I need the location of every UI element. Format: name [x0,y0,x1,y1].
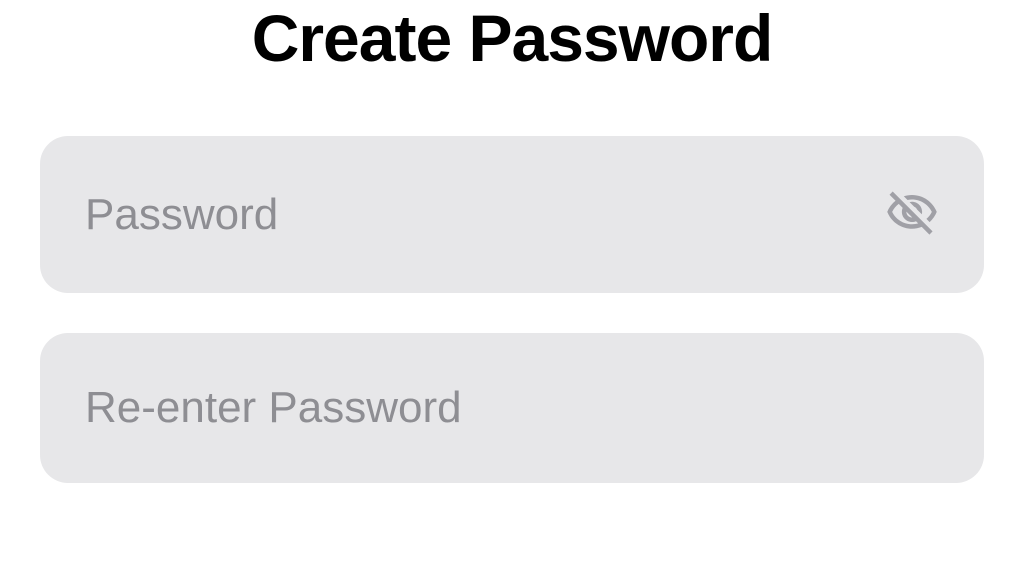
confirm-password-input[interactable] [85,383,939,433]
eye-slash-icon [885,186,939,243]
confirm-password-field-container [40,333,984,483]
page-title: Create Password [40,0,984,76]
password-input[interactable] [85,190,885,240]
toggle-password-visibility-button[interactable] [885,186,939,243]
password-field-container [40,136,984,293]
